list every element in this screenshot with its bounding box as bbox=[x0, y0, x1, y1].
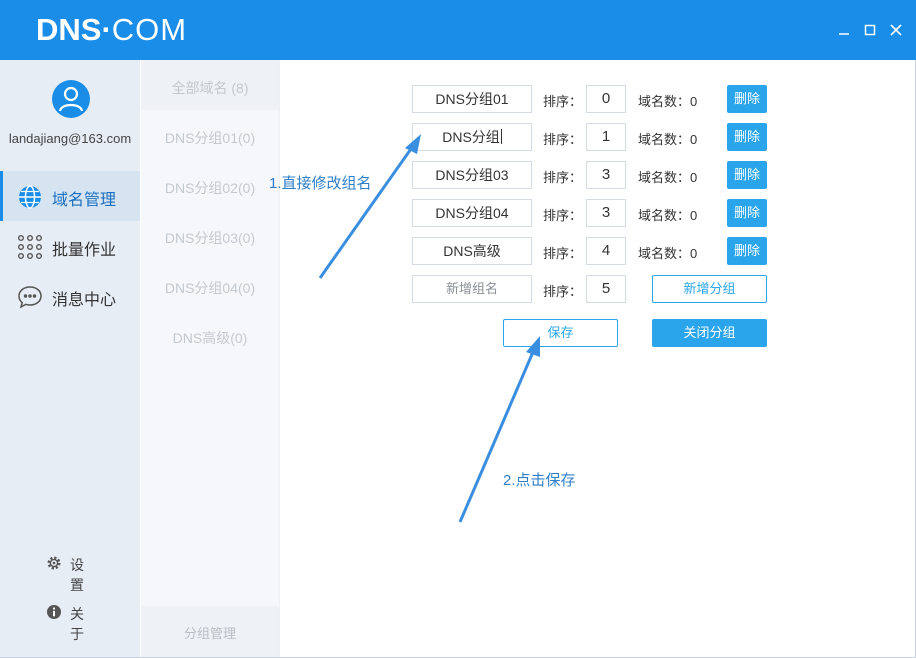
annotation-arrow-1 bbox=[318, 134, 421, 279]
annotation-step-2: 2.点击保存 bbox=[503, 472, 576, 489]
annotation-arrows bbox=[318, 134, 540, 523]
annotation-arrow-2 bbox=[458, 336, 540, 523]
annotation-step-1: 1.直接修改组名 bbox=[269, 175, 372, 192]
